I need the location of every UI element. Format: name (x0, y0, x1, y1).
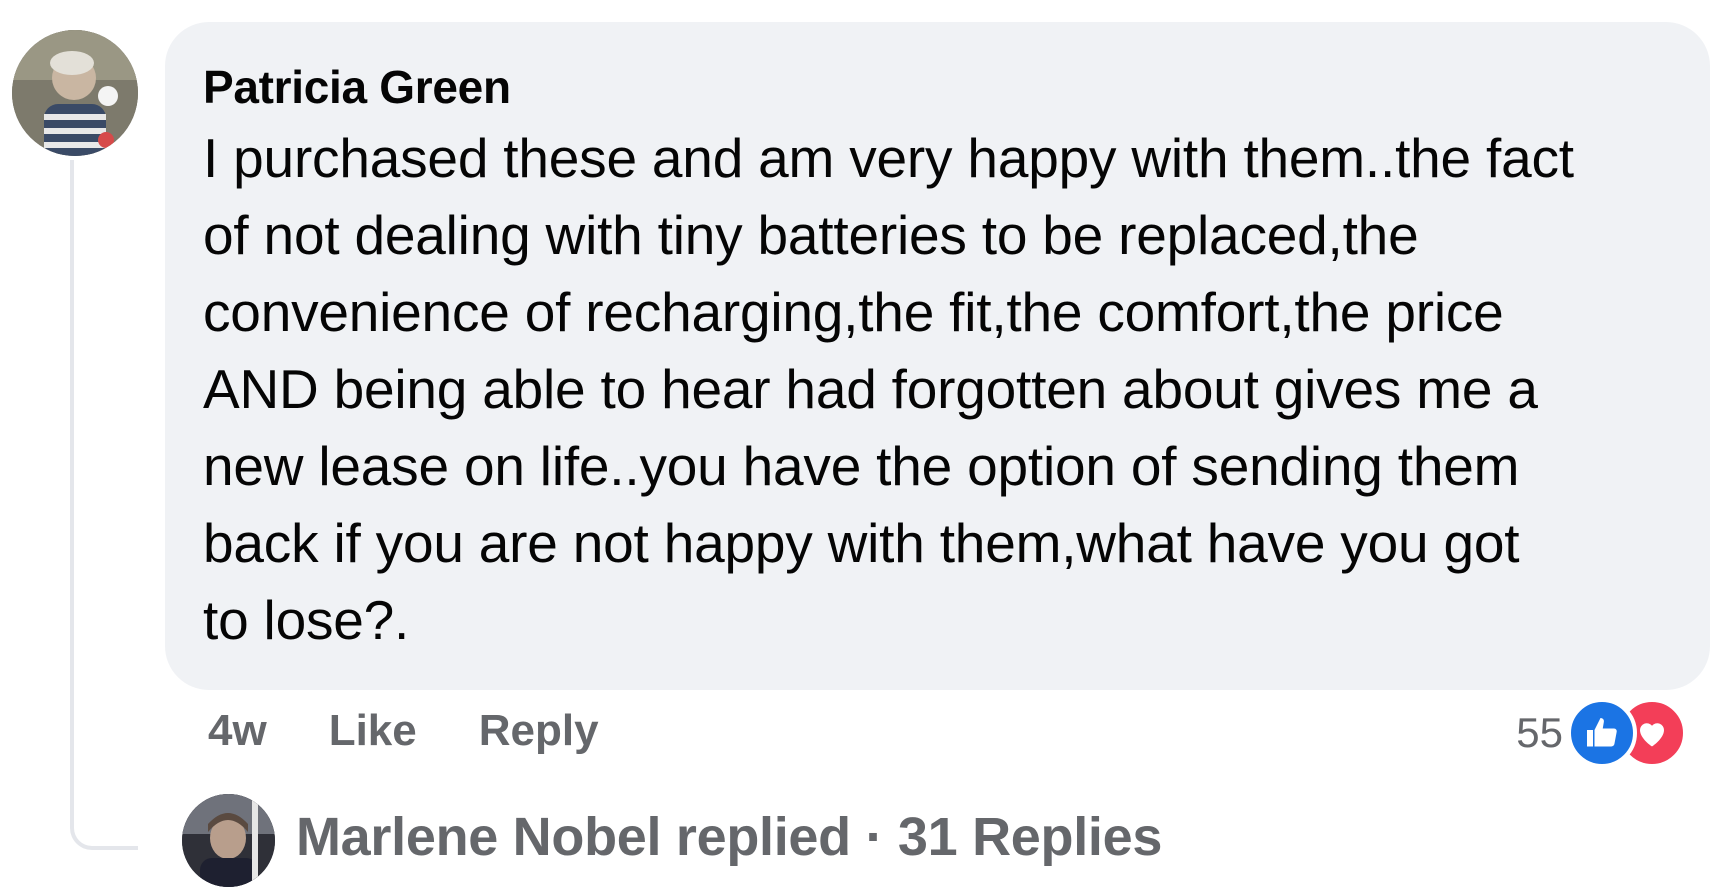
comment-text-line: of not dealing with tiny batteries to be… (203, 204, 1419, 267)
reply-button[interactable]: Reply (479, 706, 599, 756)
comment-timestamp[interactable]: 4w (208, 706, 267, 756)
comment-text: I purchased these and am very happy with… (203, 120, 1672, 659)
user-avatar-icon (12, 30, 138, 156)
reaction-count: 55 (1516, 709, 1563, 756)
comment-author-name[interactable]: Patricia Green (203, 56, 1672, 118)
comment-thread: Patricia Green I purchased these and am … (0, 0, 1721, 893)
comment-actions: 4w Like Reply (208, 706, 599, 756)
user-avatar-icon (182, 794, 275, 887)
comment-bubble: Patricia Green I purchased these and am … (165, 22, 1710, 690)
thread-connector-line (70, 160, 138, 850)
comment-text-line: to lose?. (203, 589, 410, 652)
heart-icon (1640, 723, 1664, 747)
thumbs-up-icon (1587, 718, 1617, 747)
comment-text-line: new lease on life..you have the option o… (203, 435, 1520, 498)
comment-text-line: back if you are not happy with them,what… (203, 512, 1520, 575)
like-icon (1567, 698, 1637, 768)
commenter-avatar[interactable] (12, 30, 138, 156)
reaction-summary[interactable]: 55 (1516, 698, 1687, 768)
comment-text-line: I purchased these and am very happy with… (203, 127, 1574, 190)
comment-text-line: AND being able to hear had forgotten abo… (203, 358, 1538, 421)
replier-avatar[interactable] (182, 794, 275, 887)
like-button[interactable]: Like (329, 706, 417, 756)
comment-text-line: convenience of recharging,the fit,the co… (203, 281, 1504, 344)
view-replies-link[interactable]: Marlene Nobel replied · 31 Replies (296, 806, 1162, 868)
